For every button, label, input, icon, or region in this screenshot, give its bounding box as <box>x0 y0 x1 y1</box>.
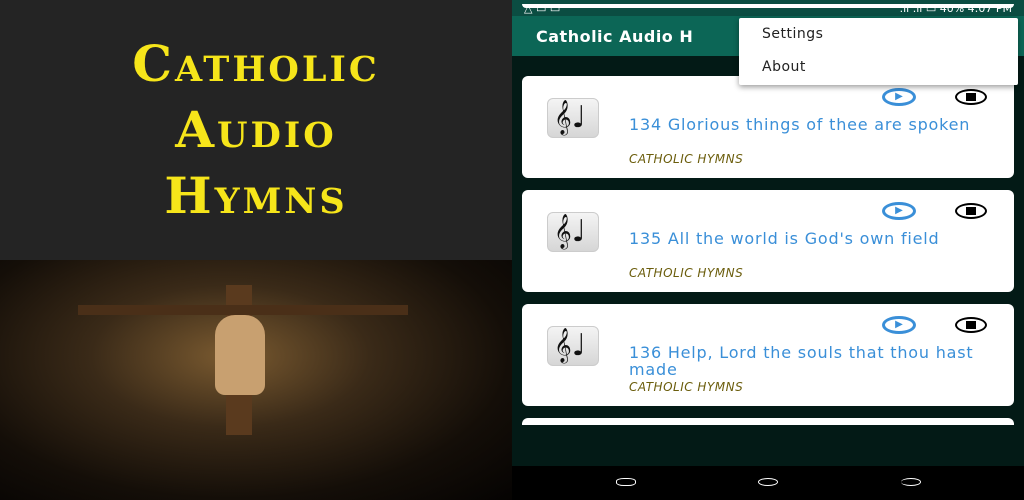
overflow-menu: Settings About <box>739 18 1018 85</box>
navigation-bar <box>512 466 1024 500</box>
play-button[interactable]: ▶ <box>882 202 916 220</box>
menu-item-about[interactable]: About <box>739 51 1018 84</box>
hymn-category: CATHOLIC HYMNS <box>629 380 744 394</box>
list-item[interactable]: 𝄞♩ ▶ 135 All the world is God's own fiel… <box>522 190 1014 292</box>
play-button[interactable]: ▶ <box>882 316 916 334</box>
menu-item-settings[interactable]: Settings <box>739 18 1018 51</box>
music-note-icon: 𝄞♩ <box>547 212 599 252</box>
promo-title-line: Audio <box>175 100 337 159</box>
list-item[interactable]: 𝄞♩ ▶ 134 Glorious things of thee are spo… <box>522 76 1014 178</box>
promo-title-line: Hymns <box>164 166 348 225</box>
stop-button[interactable] <box>955 89 987 105</box>
recents-button[interactable] <box>616 478 636 486</box>
hymn-title: 134 Glorious things of thee are spoken <box>629 115 971 134</box>
hymn-title: 136 Help, Lord the souls that thou hast … <box>629 343 974 379</box>
music-note-icon: 𝄞♩ <box>547 326 599 366</box>
promo-title-block: Catholic Audio Hymns <box>0 0 512 260</box>
stop-button[interactable] <box>955 317 987 333</box>
crucifixion-image <box>0 260 512 500</box>
hymn-category: CATHOLIC HYMNS <box>629 152 744 166</box>
list-item-partial[interactable] <box>522 418 1014 425</box>
status-bar: △ ▭ ▭ .ıl .ıl ▭ 40% 4:07 PM <box>512 0 1024 16</box>
promo-banner: Catholic Audio Hymns <box>0 0 512 500</box>
figure <box>215 315 265 395</box>
stop-button[interactable] <box>955 203 987 219</box>
hymn-title: 135 All the world is God's own field <box>629 229 940 248</box>
list-item[interactable]: 𝄞♩ ▶ 136 Help, Lord the souls that thou … <box>522 304 1014 406</box>
promo-title-line: Catholic <box>132 34 380 93</box>
home-button[interactable] <box>758 478 778 486</box>
play-button[interactable]: ▶ <box>882 88 916 106</box>
list-item-partial <box>522 4 1014 8</box>
back-button[interactable] <box>901 478 921 486</box>
cross-beam <box>78 305 408 315</box>
music-note-icon: 𝄞♩ <box>547 98 599 138</box>
hymn-category: CATHOLIC HYMNS <box>629 266 744 280</box>
app-title: Catholic Audio H <box>536 26 694 46</box>
